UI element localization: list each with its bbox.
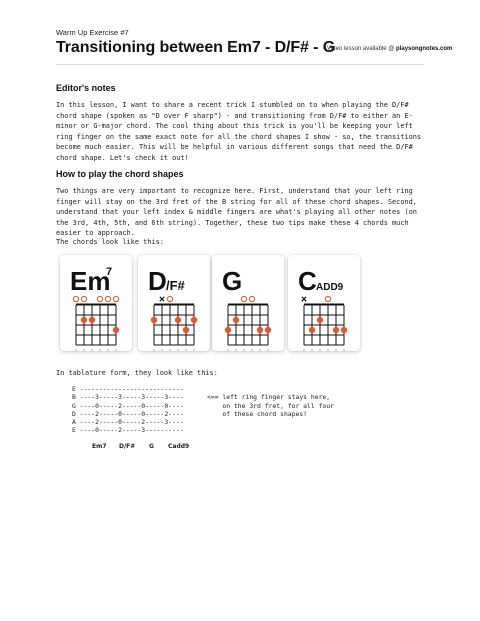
chord-name: D bbox=[148, 266, 167, 296]
finger-dot bbox=[190, 316, 198, 324]
tab-line: G ----0-----2-----0-----0---- bbox=[72, 401, 184, 410]
fretboard bbox=[75, 303, 117, 346]
chord-diagram: G bbox=[222, 266, 272, 351]
string-label-dot bbox=[327, 349, 329, 351]
open-string-marker bbox=[324, 295, 332, 303]
chord-diagram: C ADD9 bbox=[298, 266, 348, 351]
string-label-dot bbox=[161, 349, 163, 351]
chord-superscript: 7 bbox=[106, 266, 112, 278]
fretboard bbox=[303, 303, 345, 346]
string-label-dot bbox=[91, 349, 93, 351]
string-label-dot bbox=[259, 349, 261, 351]
string-label-dot bbox=[303, 349, 305, 351]
finger-dot bbox=[308, 326, 316, 334]
chord-card-em7: Em 7 bbox=[60, 255, 132, 351]
tablature-note: <== left ring finger stays here, on the … bbox=[207, 393, 334, 419]
string-label-dot bbox=[83, 349, 85, 351]
chords-intro: The chords look like this: bbox=[56, 238, 164, 246]
nut bbox=[154, 303, 194, 306]
string-label-dot bbox=[75, 349, 77, 351]
chord-diagram: D/F# bbox=[148, 266, 198, 351]
chord-name: Em bbox=[70, 266, 110, 296]
string-label-dot bbox=[107, 349, 109, 351]
finger-dot bbox=[150, 316, 158, 324]
string-label-dot bbox=[343, 349, 345, 351]
finger-dot bbox=[340, 326, 348, 334]
string-label-dot bbox=[169, 349, 171, 351]
string-label-dot bbox=[99, 349, 101, 351]
open-string-marker bbox=[72, 295, 80, 303]
string-label-dot bbox=[235, 349, 237, 351]
open-string-marker bbox=[96, 295, 104, 303]
open-string-marker bbox=[80, 295, 88, 303]
chord-diagram: Em7 bbox=[70, 266, 120, 351]
tab-line: B ----3-----3-----3-----3---- bbox=[72, 393, 184, 402]
tab-line: D ----2-----0-----0-----2---- bbox=[72, 409, 184, 418]
string-label-dot bbox=[193, 349, 195, 351]
tab-intro: In tablature form, they look like this: bbox=[56, 369, 218, 377]
string-label-dot bbox=[227, 349, 229, 351]
string-label-dot bbox=[267, 349, 269, 351]
video-site-link[interactable]: playsongnotes.com bbox=[396, 46, 452, 52]
finger-dot bbox=[264, 326, 272, 334]
finger-dot bbox=[316, 316, 324, 324]
tab-line: E --------------------------- bbox=[72, 385, 184, 393]
nut bbox=[76, 303, 116, 306]
string-label-dot bbox=[153, 349, 155, 351]
exercise-kicker: Warm Up Exercise #7 bbox=[56, 28, 129, 37]
tab-line: E ----0-----2-----3---------- bbox=[72, 426, 184, 435]
chord-card-d-f-sharp: D/F# bbox=[138, 255, 210, 351]
nut bbox=[304, 303, 344, 306]
string-label-dot bbox=[335, 349, 337, 351]
fretboard bbox=[153, 303, 195, 346]
string-label-dot bbox=[115, 349, 117, 351]
muted-string-marker bbox=[159, 296, 165, 302]
open-string-marker bbox=[166, 295, 174, 303]
chord-subscript: ADD9 bbox=[316, 282, 344, 293]
open-string-marker bbox=[112, 295, 120, 303]
editors-notes-heading: Editor's notes bbox=[56, 83, 116, 93]
tablature: E --------------------------- B ----3---… bbox=[72, 385, 184, 435]
open-string-marker bbox=[248, 295, 256, 303]
string-label-dot bbox=[185, 349, 187, 351]
video-lesson-note: Video lesson available @ playsongnotes.c… bbox=[327, 46, 452, 52]
finger-dot bbox=[224, 326, 232, 334]
finger-dot bbox=[174, 316, 182, 324]
string-label-dot bbox=[243, 349, 245, 351]
chord-card-cadd9: C ADD9 bbox=[288, 255, 360, 351]
finger-dot bbox=[256, 326, 264, 334]
muted-string-marker bbox=[301, 296, 307, 302]
string-label-dot bbox=[311, 349, 313, 351]
finger-dot bbox=[80, 316, 88, 324]
finger-dot bbox=[88, 316, 96, 324]
tab-chord-name: Em7 bbox=[92, 443, 107, 450]
string-label-dot bbox=[177, 349, 179, 351]
nut bbox=[228, 303, 268, 306]
string-label-dot bbox=[319, 349, 321, 351]
string-label-dot bbox=[251, 349, 253, 351]
worksheet-page: Warm Up Exercise #7 Transitioning betwee… bbox=[0, 0, 480, 621]
how-to-body: Two things are very important to recogni… bbox=[56, 187, 417, 238]
tab-chord-name: G bbox=[149, 443, 154, 450]
finger-dot bbox=[182, 326, 190, 334]
chord-name: G bbox=[222, 266, 242, 296]
chord-subscript: /F# bbox=[166, 278, 186, 293]
open-string-marker bbox=[104, 295, 112, 303]
chord-name: C bbox=[298, 266, 317, 296]
fretboard bbox=[227, 303, 269, 346]
open-string-marker bbox=[240, 295, 248, 303]
tab-line: A ----2-----0-----2-----3---- bbox=[72, 418, 184, 427]
finger-dot bbox=[112, 326, 120, 334]
editors-notes-body: In this lesson, I want to share a recent… bbox=[56, 101, 422, 162]
tab-chord-name: D/F# bbox=[119, 443, 136, 450]
header-divider bbox=[56, 64, 424, 65]
how-to-heading: How to play the chord shapes bbox=[56, 169, 184, 179]
finger-dot bbox=[332, 326, 340, 334]
finger-dot bbox=[232, 316, 240, 324]
page-title: Transitioning between Em7 - D/F# - G bbox=[56, 39, 336, 56]
video-note-prefix: Video lesson available @ bbox=[327, 46, 397, 52]
tab-chord-name: Cadd9 bbox=[168, 443, 190, 450]
chord-card-g: G bbox=[212, 255, 284, 351]
